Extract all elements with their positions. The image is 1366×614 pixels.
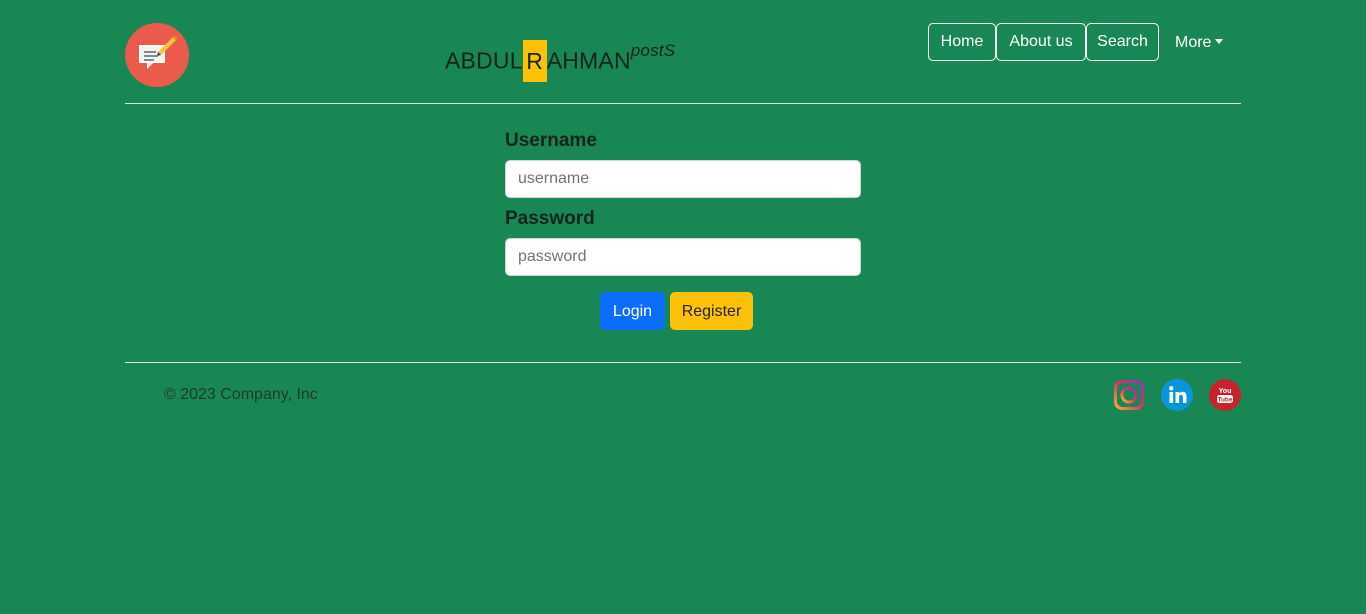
- site-logo-icon[interactable]: [125, 23, 189, 87]
- linkedin-icon[interactable]: [1161, 379, 1193, 411]
- nav-more-dropdown[interactable]: More: [1175, 33, 1224, 53]
- copyright-text: © 2023 Company, Inc: [164, 386, 318, 403]
- svg-text:You: You: [1219, 388, 1232, 395]
- page: ABDUL R AHMANpostS Home About us Search Mo…: [0, 0, 1366, 614]
- nav-search-button[interactable]: Search: [1086, 23, 1159, 61]
- nav-about-button[interactable]: About us: [996, 23, 1086, 61]
- password-input[interactable]: [505, 238, 861, 276]
- brand-rest: AHMAN: [546, 47, 631, 74]
- youtube-icon[interactable]: You Tube: [1209, 379, 1241, 411]
- top-nav: Home About us Search: [928, 23, 1159, 61]
- register-button[interactable]: Register: [670, 292, 753, 330]
- instagram-icon[interactable]: [1113, 379, 1145, 411]
- username-input[interactable]: [505, 160, 861, 198]
- brand-title[interactable]: ABDUL R AHMANpostS: [445, 34, 675, 82]
- username-label: Username: [505, 130, 597, 151]
- nav-home-button[interactable]: Home: [928, 23, 996, 61]
- brand-suffix: postS: [630, 41, 676, 60]
- svg-text:Tube: Tube: [1217, 397, 1232, 404]
- brand-prefix: ABDUL: [445, 47, 523, 74]
- password-label: Password: [505, 208, 595, 229]
- nav-more-label: More: [1175, 34, 1212, 51]
- brand-highlight: R: [522, 39, 547, 82]
- footer-divider: [125, 362, 1241, 363]
- caret-down-icon: [1215, 39, 1224, 44]
- header-divider: [125, 103, 1241, 104]
- login-button[interactable]: Login: [600, 292, 665, 330]
